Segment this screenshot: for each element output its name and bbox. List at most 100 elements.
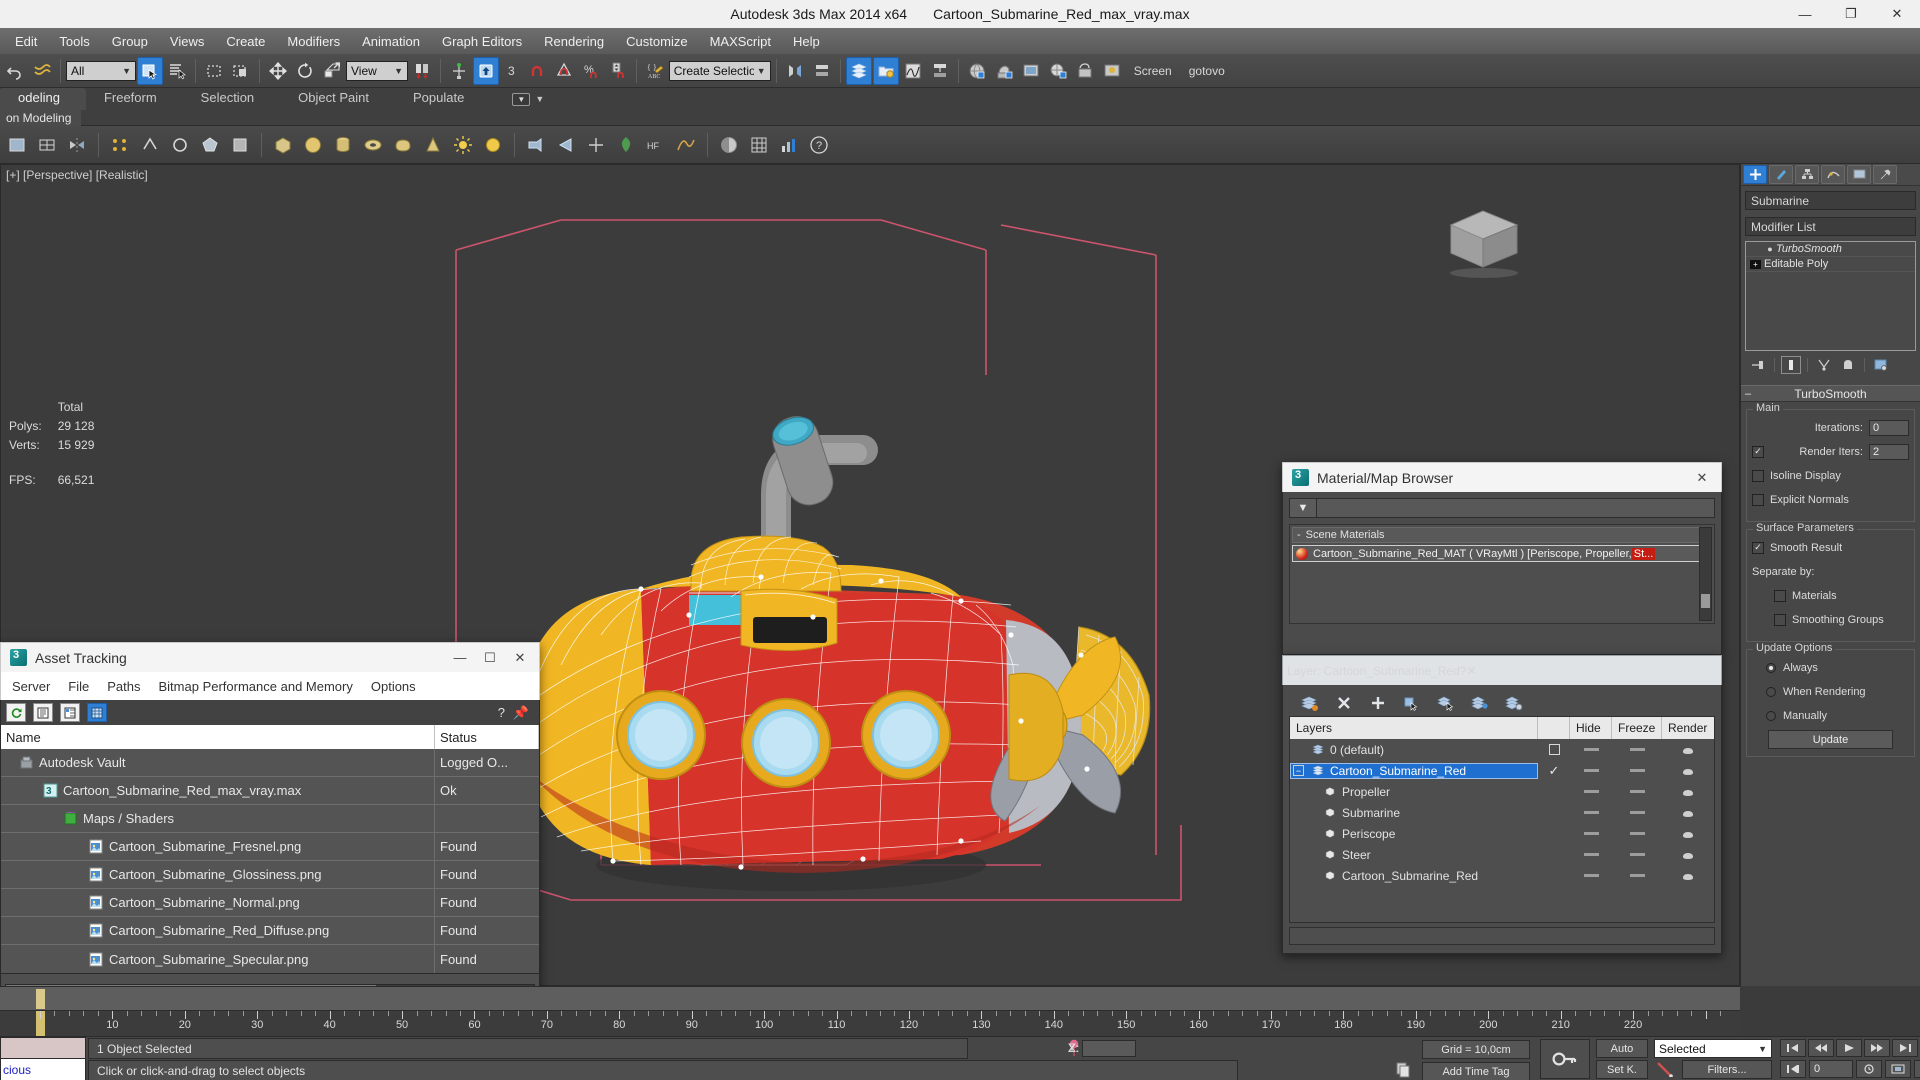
filters-button[interactable]: Filters...: [1682, 1060, 1772, 1079]
update-option-manually[interactable]: Manually: [1752, 706, 1909, 725]
current-layer-cell[interactable]: ✓: [1538, 763, 1570, 779]
asset-tracking-minimize-button[interactable]: —: [445, 644, 475, 672]
window-crossing-toggle-icon[interactable]: [228, 57, 254, 85]
table-row[interactable]: − Cartoon_Submarine_Red ✓: [1290, 760, 1714, 781]
generate-topology-icon[interactable]: [33, 130, 61, 160]
menu-edit[interactable]: Edit: [4, 31, 48, 52]
help-icon[interactable]: ?: [498, 705, 505, 720]
create-tab-icon[interactable]: [1743, 165, 1767, 184]
hide-toggle-icon[interactable]: [1583, 811, 1599, 814]
column-header-layers[interactable]: Layers: [1290, 717, 1538, 739]
table-row[interactable]: 0 (default): [1290, 739, 1714, 760]
render-production-icon[interactable]: [1045, 57, 1071, 85]
select-highlighted-layers-icon[interactable]: [1435, 693, 1457, 713]
remove-modifier-icon[interactable]: [1838, 356, 1858, 374]
hair-fur-icon[interactable]: HF: [642, 130, 670, 160]
grid-display-icon[interactable]: [745, 130, 773, 160]
render-setup-icon[interactable]: [991, 57, 1017, 85]
spline-icon[interactable]: [672, 130, 700, 160]
collapse-icon[interactable]: -: [1297, 529, 1301, 541]
lightbulb-icon[interactable]: ●: [1764, 244, 1776, 254]
menu-help[interactable]: Help: [782, 31, 831, 52]
material-browser-close-button[interactable]: ✕: [1687, 464, 1717, 492]
maxscript-listener-pink[interactable]: [0, 1037, 86, 1059]
table-row[interactable]: Periscope: [1290, 823, 1714, 844]
table-row[interactable]: Cartoon_Submarine_Red_Diffuse.png Found: [1, 917, 539, 945]
freeze-cell[interactable]: [1612, 811, 1662, 814]
menu-group[interactable]: Group: [101, 31, 159, 52]
render-cell[interactable]: [1662, 766, 1714, 776]
materials-checkbox[interactable]: [1774, 589, 1786, 602]
table-row[interactable]: Cartoon_Submarine_Glossiness.png Found: [1, 861, 539, 889]
ribbon-tab-selection[interactable]: Selection: [183, 88, 280, 110]
box-primitive-icon[interactable]: [269, 130, 297, 160]
statistics-icon[interactable]: [775, 130, 803, 160]
motion-tab-icon[interactable]: [1821, 165, 1845, 184]
render-cell[interactable]: [1662, 745, 1714, 755]
scrollbar-thumb[interactable]: [1701, 594, 1710, 608]
ribbon-tab-object-paint[interactable]: Object Paint: [280, 88, 395, 110]
highlight-selected-objects-layers-icon[interactable]: [1469, 693, 1491, 713]
freeze-toggle-icon[interactable]: [1629, 790, 1645, 793]
snaps-toggle-3d-icon[interactable]: [524, 57, 550, 85]
material-list-item[interactable]: Cartoon_Submarine_Red_MAT ( VRayMtl ) [P…: [1292, 545, 1712, 562]
zoom-extents-icon[interactable]: [1885, 1060, 1911, 1078]
smooth-result-checkbox[interactable]: ✓: [1752, 541, 1764, 554]
material-map-browser-window[interactable]: Material/Map Browser ✕ ▼ - Scene Materia…: [1282, 462, 1722, 655]
scene-explorer-icon[interactable]: [872, 56, 899, 85]
select-and-move-icon[interactable]: [265, 57, 291, 85]
column-header-render[interactable]: Render: [1662, 717, 1714, 739]
menu-graph-editors[interactable]: Graph Editors: [431, 31, 533, 52]
menu-customize[interactable]: Customize: [615, 31, 698, 52]
render-iters-spinner[interactable]: 2: [1869, 443, 1909, 460]
reference-coordinate-system-combo[interactable]: View ▼: [346, 60, 408, 81]
ribbon-tab-populate[interactable]: Populate: [395, 88, 490, 110]
element-subobject-icon[interactable]: [226, 130, 254, 160]
ribbon-tab-modeling[interactable]: odeling: [0, 88, 86, 110]
render-iterative-icon[interactable]: [1072, 57, 1098, 85]
delete-layer-icon[interactable]: [1333, 693, 1355, 713]
key-filter-selection-combo[interactable]: Selected ▼: [1654, 1039, 1772, 1058]
copy-time-tag-icon[interactable]: [1396, 1062, 1410, 1078]
rectangular-selection-region-icon[interactable]: [201, 57, 227, 85]
add-selection-to-layer-icon[interactable]: [1367, 693, 1389, 713]
modifier-stack-item-turbosmooth[interactable]: ● TurboSmooth: [1746, 242, 1915, 257]
refresh-icon[interactable]: [6, 703, 26, 722]
current-frame-field[interactable]: 0: [1809, 1060, 1853, 1078]
layer-dialog-close-button[interactable]: ✕: [1466, 664, 1476, 678]
add-time-tag-button[interactable]: Add Time Tag: [1422, 1062, 1530, 1080]
rollout-header-turbosmooth[interactable]: – TurboSmooth: [1741, 385, 1920, 402]
smoothing-groups-checkbox[interactable]: [1774, 613, 1786, 626]
update-option-always[interactable]: Always: [1752, 658, 1909, 677]
torus-primitive-icon[interactable]: [359, 130, 387, 160]
explicit-normals-row[interactable]: Explicit Normals: [1752, 490, 1909, 509]
tree-view-icon[interactable]: [60, 703, 80, 722]
curve-editor-icon[interactable]: [900, 57, 926, 85]
named-selection-sets-combo[interactable]: Create Selection S ▼: [668, 60, 771, 81]
auto-key-button[interactable]: Auto: [1596, 1039, 1648, 1058]
use-pivot-center-icon[interactable]: [409, 57, 435, 85]
smooth-result-row[interactable]: ✓ Smooth Result: [1752, 538, 1909, 557]
manually-radio[interactable]: [1766, 710, 1776, 721]
asset-menu-bitmap-performance[interactable]: Bitmap Performance and Memory: [150, 676, 362, 697]
minimize-button[interactable]: —: [1782, 0, 1828, 28]
render-cell[interactable]: [1662, 808, 1714, 818]
next-frame-icon[interactable]: [1864, 1039, 1890, 1057]
table-row[interactable]: Steer: [1290, 844, 1714, 865]
materials-row[interactable]: Materials: [1752, 586, 1909, 605]
smoothing-groups-row[interactable]: Smoothing Groups: [1752, 610, 1909, 629]
light-sphere-icon[interactable]: [479, 130, 507, 160]
play-animation-icon[interactable]: [1836, 1039, 1862, 1057]
table-row[interactable]: 3 Cartoon_Submarine_Red_max_vray.max Ok: [1, 777, 539, 805]
asset-menu-options[interactable]: Options: [362, 676, 425, 697]
hide-cell[interactable]: [1570, 811, 1612, 814]
helper-icon[interactable]: [582, 130, 610, 160]
rendered-frame-window-icon[interactable]: [1018, 57, 1044, 85]
menu-tools[interactable]: Tools: [48, 31, 100, 52]
previous-frame-icon[interactable]: [1808, 1039, 1834, 1057]
track-bar[interactable]: [0, 986, 1740, 1010]
layer-dialog-window[interactable]: Layer: Cartoon_Submarine_Red ? ✕ Layers …: [1282, 655, 1722, 954]
table-row[interactable]: Cartoon_Submarine_Normal.png Found: [1, 889, 539, 917]
undo-icon[interactable]: [2, 57, 28, 85]
material-editor-icon[interactable]: [964, 57, 990, 85]
